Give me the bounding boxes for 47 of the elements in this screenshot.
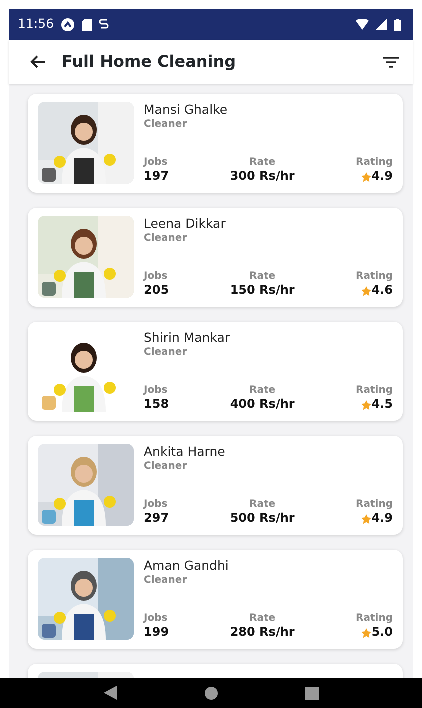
status-time: 11:56: [18, 15, 54, 34]
rate-label: Rate: [248, 613, 277, 626]
cleaner-card[interactable]: Mansi Ghalke Cleaner Jobs 197 Rate 300 Rs/hr Rating 4.9: [28, 94, 403, 193]
rating-value: 4.9: [372, 169, 393, 185]
rating-label: Rating: [356, 499, 393, 512]
rating-value: 4.5: [372, 397, 393, 413]
jobs-count: 205: [144, 283, 170, 299]
rating-value: 4.9: [372, 511, 393, 527]
cleaner-role: Cleaner: [144, 232, 188, 246]
jobs-count: 199: [144, 625, 170, 641]
rate-value: 400 Rs/hr: [230, 397, 295, 413]
rate-label: Rate: [248, 271, 277, 284]
jobs-count: 158: [144, 397, 170, 413]
jobs-label: Jobs: [144, 613, 169, 626]
rating-label: Rating: [356, 385, 393, 398]
cleaner-name: Leena Dikkar: [144, 216, 227, 231]
cleaner-role: Cleaner: [144, 574, 188, 588]
rating-label: Rating: [356, 157, 393, 170]
rating-label: Rating: [356, 271, 393, 284]
jobs-label: Jobs: [144, 499, 169, 512]
page-title: Full Home Cleaning: [62, 52, 238, 72]
cleaner-role: Cleaner: [144, 346, 188, 360]
rate-value: 300 Rs/hr: [230, 169, 295, 185]
rating-label: Rating: [356, 613, 393, 626]
cleaner-name: Aman Gandhi: [144, 558, 230, 573]
jobs-count: 197: [144, 169, 170, 185]
cleaner-name: Shirin Mankar: [144, 330, 232, 345]
cleaner-card[interactable]: Shirin Mankar Cleaner Jobs 158 Rate 400 Rs/hr Rating 4.5: [28, 322, 403, 421]
jobs-label: Jobs: [144, 271, 169, 284]
cleaner-name: Ankita Harne: [144, 444, 226, 459]
cleaner-name: Mansi Ghalke: [144, 102, 229, 117]
rate-value: 500 Rs/hr: [230, 511, 295, 527]
rate-label: Rate: [248, 499, 277, 512]
jobs-label: Jobs: [144, 385, 169, 398]
rate-label: Rate: [248, 157, 277, 170]
cleaner-role: Cleaner: [144, 460, 188, 474]
rate-value: 280 Rs/hr: [230, 625, 295, 641]
cleaner-card[interactable]: Leena Dikkar Cleaner Jobs 205 Rate 150 Rs/hr Rating 4.6: [28, 208, 403, 307]
rating-value: 4.6: [372, 283, 393, 299]
rate-value: 150 Rs/hr: [230, 283, 295, 299]
jobs-count: 297: [144, 511, 170, 527]
cleaner-card[interactable]: Aman Gandhi Cleaner Jobs 199 Rate 280 Rs/hr Rating 5.0: [28, 550, 403, 649]
jobs-label: Jobs: [144, 157, 169, 170]
cleaner-card[interactable]: Ankita Harne Cleaner Jobs 297 Rate 500 Rs/hr Rating 4.9: [28, 436, 403, 535]
rating-value: 5.0: [372, 625, 393, 641]
rate-label: Rate: [248, 385, 277, 398]
cleaner-role: Cleaner: [144, 118, 188, 132]
